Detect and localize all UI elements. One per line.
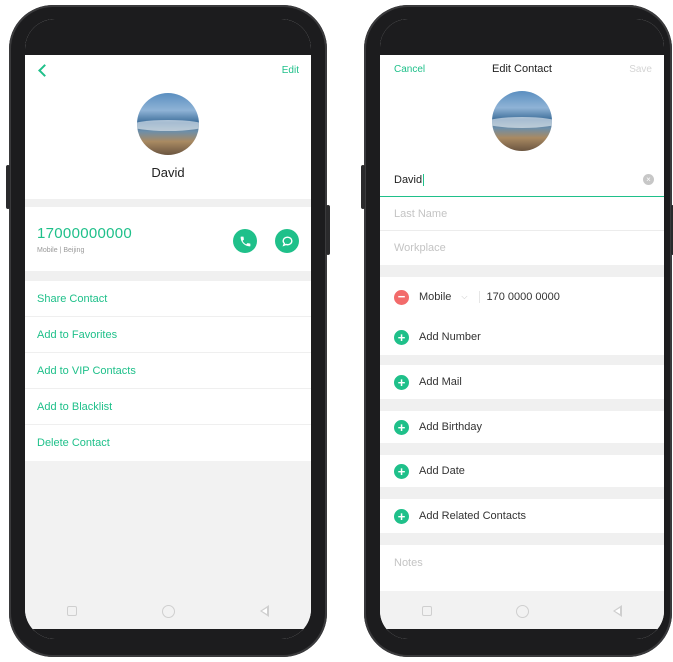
phone-icon xyxy=(240,236,250,246)
add-to-vip-item[interactable]: Add to VIP Contacts xyxy=(25,353,311,389)
phone-sub-label: Mobile | Beijing xyxy=(37,247,85,254)
right-screen: Cancel Edit Contact Save David × Last Na… xyxy=(380,19,664,639)
volume-button xyxy=(6,165,10,209)
volume-button xyxy=(361,165,365,209)
empty-area xyxy=(25,461,311,601)
left-phone: Edit David 17000000000 Mobile | Beijing … xyxy=(6,5,330,657)
last-name-field[interactable]: Last Name xyxy=(380,197,664,231)
recent-apps-icon[interactable] xyxy=(67,606,78,616)
add-number-row[interactable]: + Add Number xyxy=(380,319,664,355)
power-button xyxy=(326,205,330,255)
phone-entry-row: − Mobile ⌵ 170 0000 0000 xyxy=(380,277,664,317)
remove-icon[interactable]: − xyxy=(394,289,409,305)
add-icon: + xyxy=(394,463,409,479)
workplace-field[interactable]: Workplace xyxy=(380,231,664,265)
add-icon: + xyxy=(394,508,409,524)
right-phone: Cancel Edit Contact Save David × Last Na… xyxy=(361,5,673,657)
first-name-field[interactable]: David × xyxy=(380,163,664,197)
phone-number-input[interactable]: 170 0000 0000 xyxy=(479,291,560,303)
delete-contact-item[interactable]: Delete Contact xyxy=(25,425,311,461)
add-to-favorites-item[interactable]: Add to Favorites xyxy=(25,317,311,353)
edit-contact-header: Cancel Edit Contact Save xyxy=(380,55,664,83)
add-to-blacklist-item[interactable]: Add to Blacklist xyxy=(25,389,311,425)
message-button[interactable] xyxy=(275,229,299,253)
contact-name: David xyxy=(151,165,185,180)
left-top-bar: Edit xyxy=(25,55,311,85)
notes-field[interactable]: Notes xyxy=(380,545,664,581)
add-icon: + xyxy=(394,374,409,390)
edit-button[interactable]: Edit xyxy=(282,65,299,76)
page-title: Edit Contact xyxy=(492,63,552,75)
add-icon: + xyxy=(394,329,409,345)
add-related-contacts-row[interactable]: + Add Related Contacts xyxy=(380,499,664,533)
nav-bar xyxy=(25,591,311,631)
recent-apps-icon[interactable] xyxy=(422,606,432,616)
back-nav-icon[interactable] xyxy=(259,605,269,617)
call-button[interactable] xyxy=(233,229,257,253)
save-button[interactable]: Save xyxy=(629,64,652,75)
home-icon[interactable] xyxy=(161,604,175,618)
clear-icon[interactable]: × xyxy=(643,174,654,185)
status-bar xyxy=(380,19,664,55)
chevron-down-icon[interactable]: ⌵ xyxy=(461,292,467,302)
nav-bar xyxy=(380,591,664,631)
contact-avatar[interactable] xyxy=(492,91,552,151)
phone-number[interactable]: 17000000000 xyxy=(37,225,132,242)
contact-avatar xyxy=(137,93,199,155)
add-mail-row[interactable]: + Add Mail xyxy=(380,365,664,399)
add-icon: + xyxy=(394,419,409,435)
add-birthday-row[interactable]: + Add Birthday xyxy=(380,411,664,443)
status-bar xyxy=(25,19,311,55)
left-screen: Edit David 17000000000 Mobile | Beijing … xyxy=(25,19,311,639)
back-nav-icon[interactable] xyxy=(613,605,622,617)
home-icon[interactable] xyxy=(516,604,529,618)
back-icon[interactable] xyxy=(38,63,51,77)
share-contact-item[interactable]: Share Contact xyxy=(25,281,311,317)
add-date-row[interactable]: + Add Date xyxy=(380,455,664,487)
phone-type-select[interactable]: Mobile xyxy=(419,291,451,303)
chat-bubble-icon xyxy=(281,235,293,246)
